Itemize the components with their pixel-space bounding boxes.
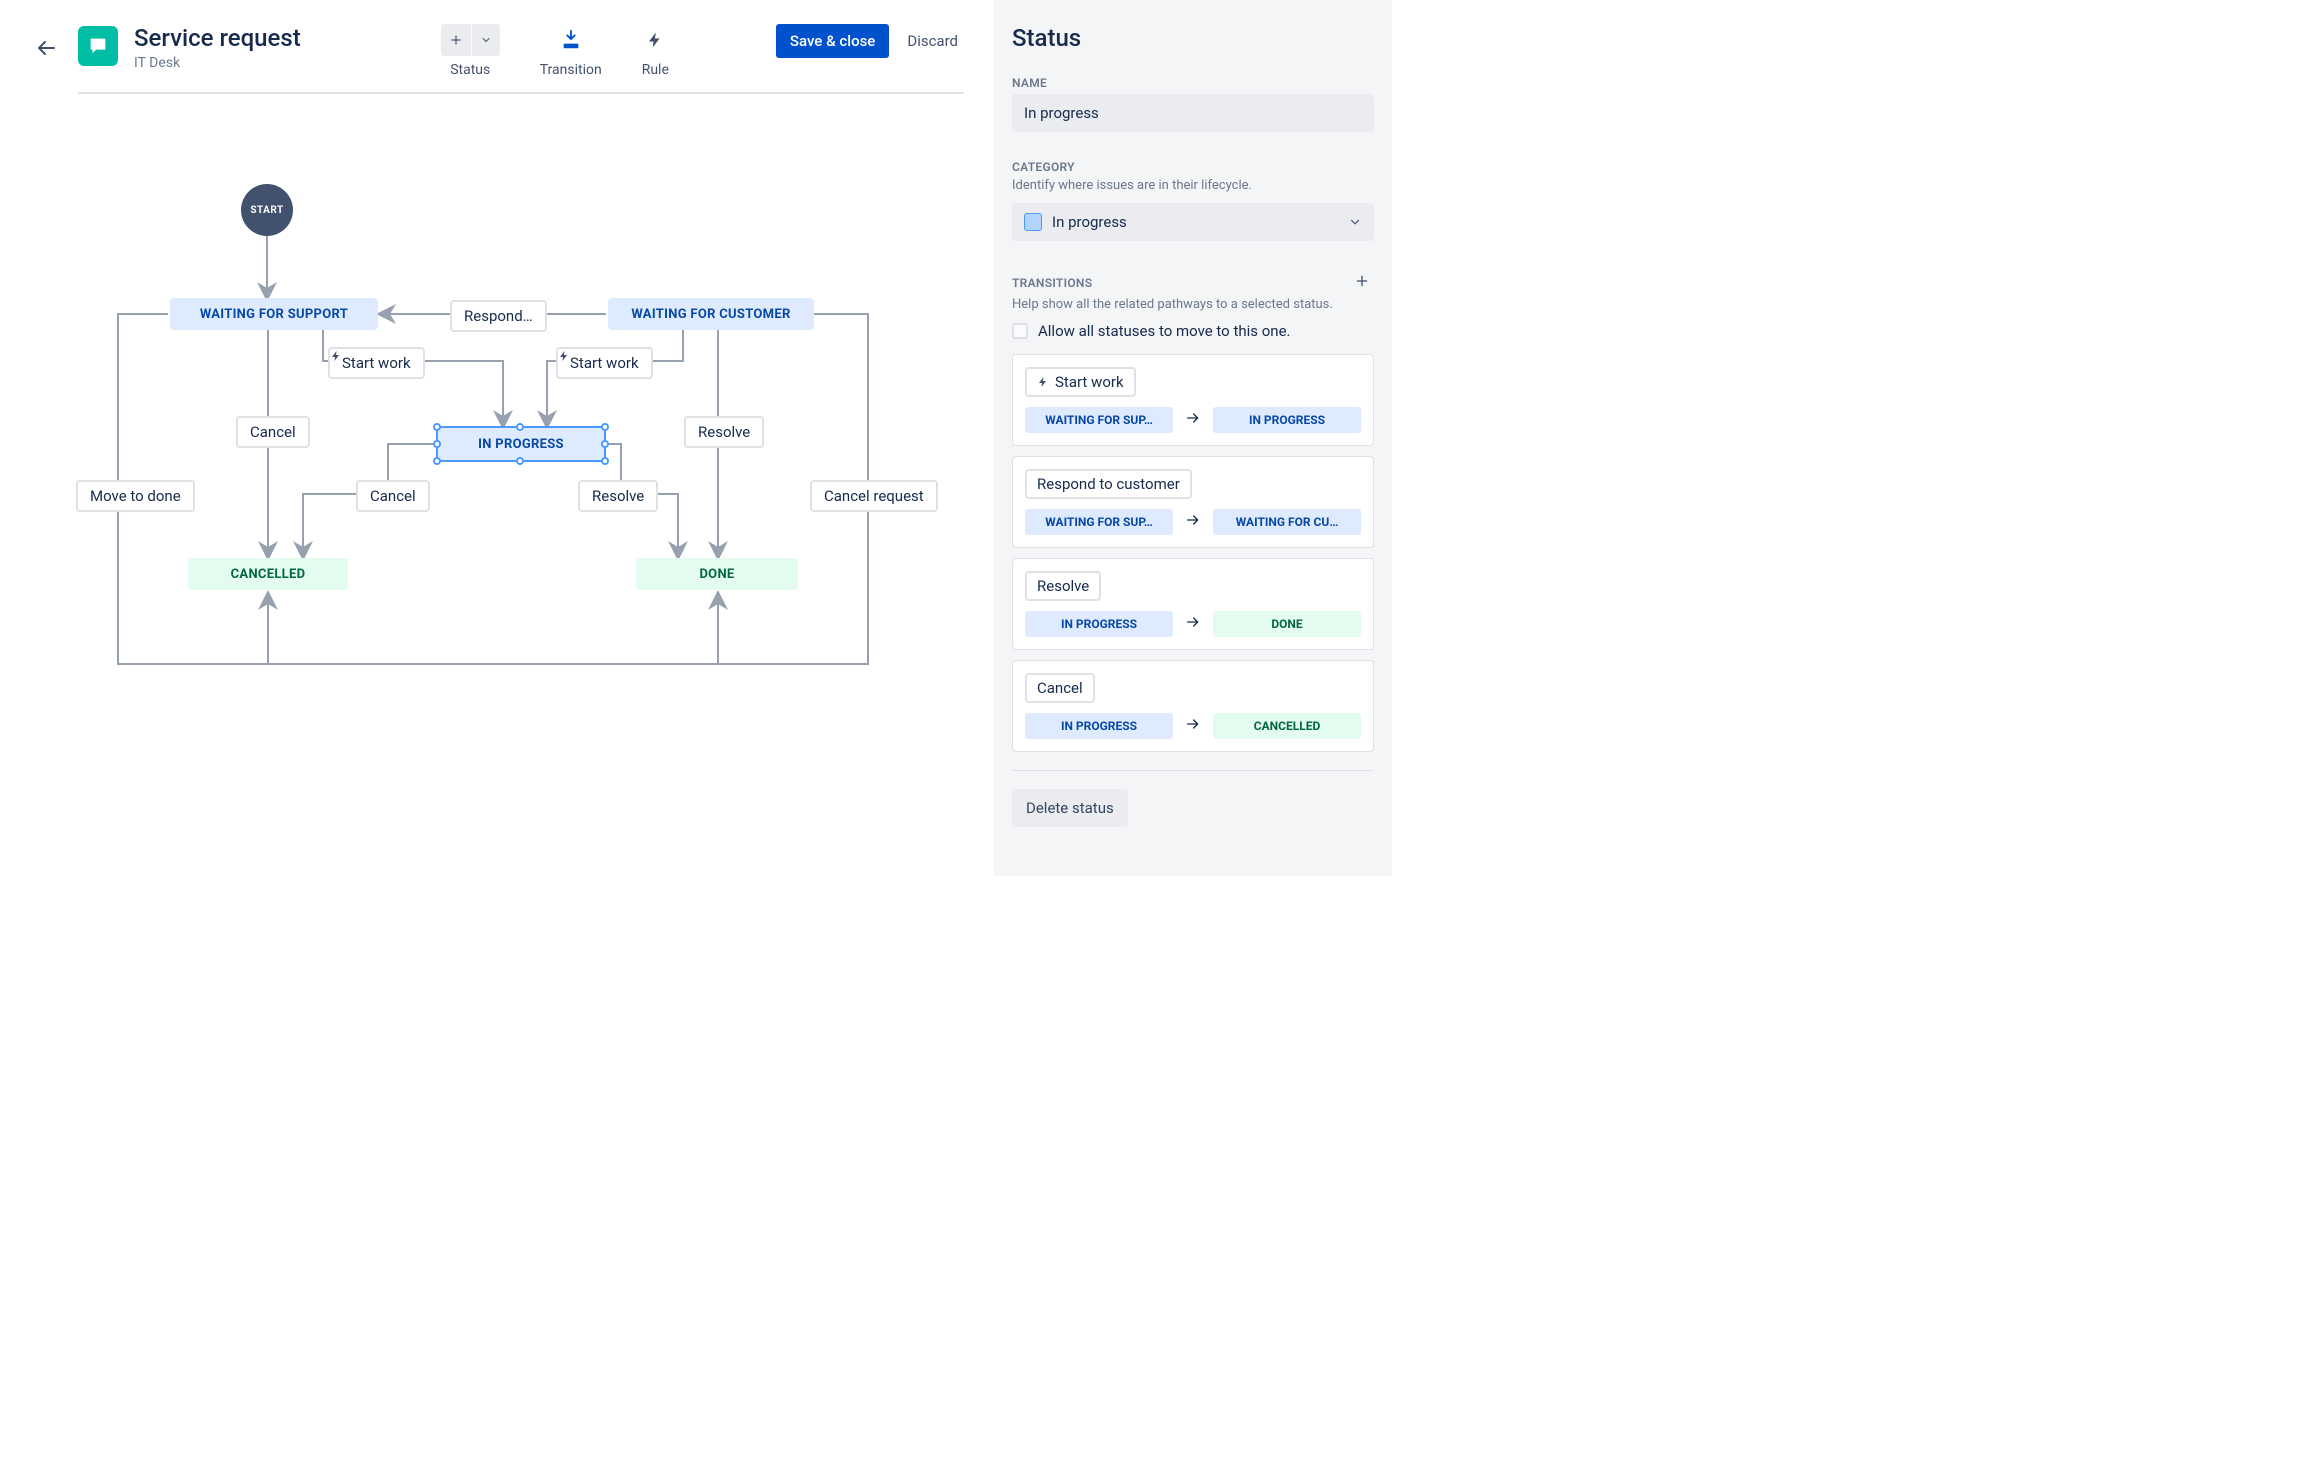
page-subtitle: IT Desk <box>134 55 301 71</box>
lightning-icon <box>330 349 342 363</box>
toolbar-transition-label: Transition <box>540 62 602 78</box>
category-note: Identify where issues are in their lifec… <box>1012 178 1374 193</box>
status-node-done[interactable]: DONE <box>636 558 798 590</box>
category-select[interactable]: In progress <box>1012 203 1374 241</box>
status-node-waiting-for-support[interactable]: WAITING FOR SUPPORT <box>170 298 378 330</box>
app-logo <box>78 26 118 66</box>
transition-respond[interactable]: Respond… <box>450 300 547 332</box>
transition-name: Cancel <box>1025 673 1095 703</box>
lightning-icon <box>646 29 664 51</box>
transition-to-pill: WAITING FOR CU… <box>1213 509 1361 535</box>
lightning-icon <box>558 349 570 363</box>
add-status-plus[interactable] <box>441 24 472 56</box>
transition-flow: IN PROGRESS CANCELLED <box>1025 713 1361 739</box>
transition-to-pill: CANCELLED <box>1213 713 1361 739</box>
transition-card[interactable]: Respond to customerWAITING FOR SUP…WAITI… <box>1012 456 1374 548</box>
transition-card[interactable]: Cancel IN PROGRESS CANCELLED <box>1012 660 1374 752</box>
transition-move-to-done[interactable]: Move to done <box>76 480 195 512</box>
transitions-label: TRANSITIONS <box>1012 276 1092 290</box>
status-node-waiting-for-customer[interactable]: WAITING FOR CUSTOMER <box>608 298 814 330</box>
status-node-cancelled[interactable]: CANCELLED <box>188 558 348 590</box>
status-properties-panel: Status NAME In progress CATEGORY Identif… <box>994 0 1392 876</box>
toolbar-rule-label: Rule <box>642 62 669 78</box>
toolbar-status-label: Status <box>450 62 490 78</box>
transition-from-pill: WAITING FOR SUP… <box>1025 407 1173 433</box>
allow-all-label: Allow all statuses to move to this one. <box>1038 322 1291 340</box>
transition-card[interactable]: Resolve IN PROGRESS DONE <box>1012 558 1374 650</box>
transition-resolve-lower[interactable]: Resolve <box>578 480 658 512</box>
transition-flow: IN PROGRESS DONE <box>1025 611 1361 637</box>
start-node[interactable]: START <box>241 184 293 236</box>
transition-start-work-right[interactable]: Start work <box>556 347 653 379</box>
arrow-right-icon <box>1183 512 1203 532</box>
transition-from-pill: WAITING FOR SUP… <box>1025 509 1173 535</box>
header-divider <box>78 92 964 94</box>
save-button[interactable]: Save & close <box>776 24 889 58</box>
transition-start-work-left[interactable]: Start work <box>328 347 425 379</box>
page-title: Service request <box>134 24 301 53</box>
panel-divider <box>1012 770 1374 771</box>
transition-to-pill: DONE <box>1213 611 1361 637</box>
add-status-dropdown[interactable] <box>472 24 500 56</box>
back-button[interactable] <box>30 32 62 64</box>
transition-name: Start work <box>1025 367 1136 397</box>
category-label: CATEGORY <box>1012 160 1374 174</box>
transitions-note: Help show all the related pathways to a … <box>1012 297 1374 312</box>
arrow-right-icon <box>1183 614 1203 634</box>
chevron-down-icon <box>480 34 492 46</box>
lightning-icon <box>1037 375 1049 389</box>
transition-card[interactable]: Start work WAITING FOR SUP… IN PROGRESS <box>1012 354 1374 446</box>
transition-from-pill: IN PROGRESS <box>1025 713 1173 739</box>
transition-name: Respond to customer <box>1025 469 1192 499</box>
transition-icon <box>560 29 582 51</box>
arrow-right-icon <box>1183 716 1203 736</box>
transition-flow: WAITING FOR SUP… WAITING FOR CU… <box>1025 509 1361 535</box>
discard-button[interactable]: Discard <box>901 24 964 58</box>
plus-icon <box>1354 273 1370 289</box>
transition-cancel-request[interactable]: Cancel request <box>810 480 938 512</box>
transition-to-pill: IN PROGRESS <box>1213 407 1361 433</box>
transition-resolve-upper[interactable]: Resolve <box>684 416 764 448</box>
add-transition-button[interactable] <box>560 24 582 56</box>
transition-cancel-upper[interactable]: Cancel <box>236 416 310 448</box>
chat-icon <box>87 35 109 57</box>
chevron-down-icon <box>1348 215 1362 229</box>
delete-status-button[interactable]: Delete status <box>1012 789 1128 827</box>
workflow-canvas[interactable]: START WAITING FOR SUPPORT WAITING FOR CU… <box>78 134 948 754</box>
category-swatch-icon <box>1024 213 1042 231</box>
transition-name: Resolve <box>1025 571 1101 601</box>
name-label: NAME <box>1012 76 1374 90</box>
plus-icon <box>449 33 463 47</box>
transition-cancel-lower[interactable]: Cancel <box>356 480 430 512</box>
category-value: In progress <box>1052 213 1127 231</box>
arrow-right-icon <box>1183 410 1203 430</box>
status-node-in-progress-selected[interactable]: IN PROGRESS <box>436 426 606 462</box>
add-rule-button[interactable] <box>646 24 664 56</box>
allow-all-checkbox[interactable] <box>1012 323 1028 339</box>
panel-title: Status <box>1012 24 1374 52</box>
status-name-input[interactable]: In progress <box>1012 94 1374 132</box>
add-transition-button[interactable] <box>1350 269 1374 297</box>
arrow-left-icon <box>34 36 58 60</box>
transition-from-pill: IN PROGRESS <box>1025 611 1173 637</box>
add-status-split-button[interactable] <box>441 24 500 56</box>
transition-flow: WAITING FOR SUP… IN PROGRESS <box>1025 407 1361 433</box>
